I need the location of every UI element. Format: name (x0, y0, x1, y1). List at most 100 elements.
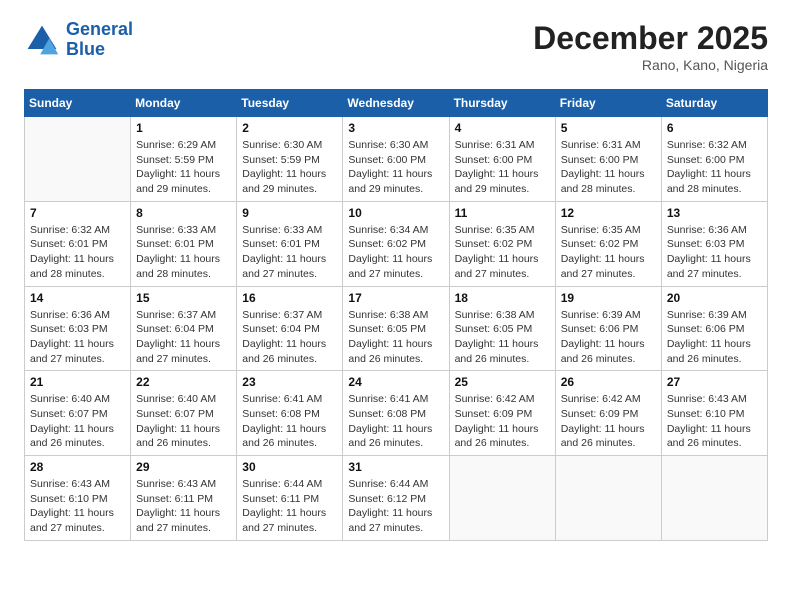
calendar-cell: 30 Sunrise: 6:44 AMSunset: 6:11 PMDayligh… (237, 456, 343, 541)
cell-sun-info: Sunrise: 6:36 AMSunset: 6:03 PMDaylight:… (667, 223, 762, 282)
calendar-cell: 24 Sunrise: 6:41 AMSunset: 6:08 PMDayligh… (343, 371, 449, 456)
cell-sun-info: Sunrise: 6:35 AMSunset: 6:02 PMDaylight:… (455, 223, 550, 282)
calendar-week-row: 21 Sunrise: 6:40 AMSunset: 6:07 PMDayligh… (25, 371, 768, 456)
day-number: 6 (667, 121, 762, 135)
day-number: 20 (667, 291, 762, 305)
calendar-cell: 9 Sunrise: 6:33 AMSunset: 6:01 PMDaylight… (237, 201, 343, 286)
day-number: 13 (667, 206, 762, 220)
calendar-cell: 27 Sunrise: 6:43 AMSunset: 6:10 PMDayligh… (661, 371, 767, 456)
calendar-cell: 19 Sunrise: 6:39 AMSunset: 6:06 PMDayligh… (555, 286, 661, 371)
cell-sun-info: Sunrise: 6:29 AMSunset: 5:59 PMDaylight:… (136, 138, 231, 197)
day-number: 11 (455, 206, 550, 220)
cell-sun-info: Sunrise: 6:36 AMSunset: 6:03 PMDaylight:… (30, 308, 125, 367)
calendar-cell: 31Sunrise: 6:44 AMSunset: 6:12 PMDayligh… (343, 456, 449, 541)
calendar-cell: 17 Sunrise: 6:38 AMSunset: 6:05 PMDayligh… (343, 286, 449, 371)
cell-sun-info: Sunrise: 6:31 AMSunset: 6:00 PMDaylight:… (561, 138, 656, 197)
cell-sun-info: Sunrise: 6:40 AMSunset: 6:07 PMDaylight:… (30, 392, 125, 451)
cell-sun-info: Sunrise: 6:43 AMSunset: 6:11 PMDaylight:… (136, 477, 231, 536)
calendar-cell: 11 Sunrise: 6:35 AMSunset: 6:02 PMDayligh… (449, 201, 555, 286)
weekday-header: Monday (131, 90, 237, 117)
calendar-cell: 13 Sunrise: 6:36 AMSunset: 6:03 PMDayligh… (661, 201, 767, 286)
calendar-table: SundayMondayTuesdayWednesdayThursdayFrid… (24, 89, 768, 541)
calendar-cell: 29 Sunrise: 6:43 AMSunset: 6:11 PMDayligh… (131, 456, 237, 541)
calendar-cell (25, 117, 131, 202)
weekday-header: Sunday (25, 90, 131, 117)
cell-sun-info: Sunrise: 6:37 AMSunset: 6:04 PMDaylight:… (136, 308, 231, 367)
calendar-cell (661, 456, 767, 541)
calendar-cell: 6 Sunrise: 6:32 AMSunset: 6:00 PMDaylight… (661, 117, 767, 202)
calendar-cell: 2 Sunrise: 6:30 AMSunset: 5:59 PMDaylight… (237, 117, 343, 202)
header-row: SundayMondayTuesdayWednesdayThursdayFrid… (25, 90, 768, 117)
calendar-cell (449, 456, 555, 541)
cell-sun-info: Sunrise: 6:43 AMSunset: 6:10 PMDaylight:… (30, 477, 125, 536)
calendar-cell: 12 Sunrise: 6:35 AMSunset: 6:02 PMDayligh… (555, 201, 661, 286)
cell-sun-info: Sunrise: 6:44 AMSunset: 6:11 PMDaylight:… (242, 477, 337, 536)
calendar-week-row: 28 Sunrise: 6:43 AMSunset: 6:10 PMDayligh… (25, 456, 768, 541)
day-number: 4 (455, 121, 550, 135)
page-header: General Blue December 2025 Rano, Kano, N… (24, 20, 768, 73)
weekday-header: Friday (555, 90, 661, 117)
cell-sun-info: Sunrise: 6:39 AMSunset: 6:06 PMDaylight:… (561, 308, 656, 367)
cell-sun-info: Sunrise: 6:33 AMSunset: 6:01 PMDaylight:… (136, 223, 231, 282)
day-number: 10 (348, 206, 443, 220)
month-title: December 2025 (533, 20, 768, 57)
day-number: 17 (348, 291, 443, 305)
day-number: 8 (136, 206, 231, 220)
calendar-cell: 28 Sunrise: 6:43 AMSunset: 6:10 PMDayligh… (25, 456, 131, 541)
calendar-cell: 5Sunrise: 6:31 AMSunset: 6:00 PMDaylight… (555, 117, 661, 202)
calendar-cell: 14Sunrise: 6:36 AMSunset: 6:03 PMDayligh… (25, 286, 131, 371)
calendar-cell: 16Sunrise: 6:37 AMSunset: 6:04 PMDayligh… (237, 286, 343, 371)
day-number: 21 (30, 375, 125, 389)
logo: General Blue (24, 20, 133, 60)
day-number: 16 (242, 291, 337, 305)
day-number: 25 (455, 375, 550, 389)
calendar-cell (555, 456, 661, 541)
day-number: 2 (242, 121, 337, 135)
day-number: 3 (348, 121, 443, 135)
location: Rano, Kano, Nigeria (533, 57, 768, 73)
cell-sun-info: Sunrise: 6:42 AMSunset: 6:09 PMDaylight:… (561, 392, 656, 451)
day-number: 27 (667, 375, 762, 389)
day-number: 23 (242, 375, 337, 389)
cell-sun-info: Sunrise: 6:32 AMSunset: 6:00 PMDaylight:… (667, 138, 762, 197)
day-number: 1 (136, 121, 231, 135)
day-number: 19 (561, 291, 656, 305)
cell-sun-info: Sunrise: 6:41 AMSunset: 6:08 PMDaylight:… (348, 392, 443, 451)
day-number: 15 (136, 291, 231, 305)
cell-sun-info: Sunrise: 6:41 AMSunset: 6:08 PMDaylight:… (242, 392, 337, 451)
calendar-cell: 20 Sunrise: 6:39 AMSunset: 6:06 PMDayligh… (661, 286, 767, 371)
weekday-header: Wednesday (343, 90, 449, 117)
calendar-cell: 26 Sunrise: 6:42 AMSunset: 6:09 PMDayligh… (555, 371, 661, 456)
cell-sun-info: Sunrise: 6:39 AMSunset: 6:06 PMDaylight:… (667, 308, 762, 367)
calendar-cell: 25Sunrise: 6:42 AMSunset: 6:09 PMDayligh… (449, 371, 555, 456)
calendar-cell: 4Sunrise: 6:31 AMSunset: 6:00 PMDaylight… (449, 117, 555, 202)
day-number: 18 (455, 291, 550, 305)
day-number: 12 (561, 206, 656, 220)
cell-sun-info: Sunrise: 6:38 AMSunset: 6:05 PMDaylight:… (348, 308, 443, 367)
cell-sun-info: Sunrise: 6:35 AMSunset: 6:02 PMDaylight:… (561, 223, 656, 282)
calendar-cell: 10 Sunrise: 6:34 AMSunset: 6:02 PMDayligh… (343, 201, 449, 286)
day-number: 30 (242, 460, 337, 474)
calendar-week-row: 7Sunrise: 6:32 AMSunset: 6:01 PMDaylight… (25, 201, 768, 286)
cell-sun-info: Sunrise: 6:40 AMSunset: 6:07 PMDaylight:… (136, 392, 231, 451)
weekday-header: Tuesday (237, 90, 343, 117)
calendar-cell: 1 Sunrise: 6:29 AMSunset: 5:59 PMDaylight… (131, 117, 237, 202)
calendar-cell: 15 Sunrise: 6:37 AMSunset: 6:04 PMDayligh… (131, 286, 237, 371)
calendar-cell: 3Sunrise: 6:30 AMSunset: 6:00 PMDaylight… (343, 117, 449, 202)
day-number: 26 (561, 375, 656, 389)
cell-sun-info: Sunrise: 6:38 AMSunset: 6:05 PMDaylight:… (455, 308, 550, 367)
calendar-cell: 21 Sunrise: 6:40 AMSunset: 6:07 PMDayligh… (25, 371, 131, 456)
day-number: 9 (242, 206, 337, 220)
day-number: 29 (136, 460, 231, 474)
cell-sun-info: Sunrise: 6:33 AMSunset: 6:01 PMDaylight:… (242, 223, 337, 282)
day-number: 24 (348, 375, 443, 389)
cell-sun-info: Sunrise: 6:32 AMSunset: 6:01 PMDaylight:… (30, 223, 125, 282)
cell-sun-info: Sunrise: 6:43 AMSunset: 6:10 PMDaylight:… (667, 392, 762, 451)
day-number: 28 (30, 460, 125, 474)
logo-text: General Blue (66, 20, 133, 60)
cell-sun-info: Sunrise: 6:30 AMSunset: 5:59 PMDaylight:… (242, 138, 337, 197)
title-block: December 2025 Rano, Kano, Nigeria (533, 20, 768, 73)
cell-sun-info: Sunrise: 6:34 AMSunset: 6:02 PMDaylight:… (348, 223, 443, 282)
weekday-header: Thursday (449, 90, 555, 117)
logo-icon (24, 22, 60, 58)
